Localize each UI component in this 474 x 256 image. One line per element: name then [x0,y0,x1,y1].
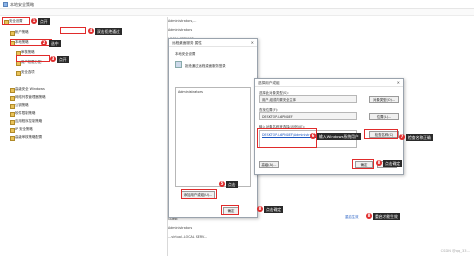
tree-node-firewall[interactable]: 高级安全 Windows [10,87,45,93]
location-field: DESKTOP-L6PN0EF [259,112,357,120]
policy-value: Administrators,... [168,19,197,23]
step-badge: 8 [376,160,382,166]
tree-node-account[interactable]: 帐户策略 [10,30,29,36]
highlight-check [364,129,398,139]
close-icon[interactable]: ✕ [397,80,400,85]
tree-node-options[interactable]: 安全选项 [16,70,35,76]
tree-node-applocker[interactable]: 应用程序控制策略 [10,119,42,125]
tree-panel[interactable]: 安全设置 帐户策略 本地策略 审核策略 用户权限分配 安全选项 高级安全 Win… [0,17,168,256]
members-list[interactable]: Administrators [175,87,251,187]
menu-bar[interactable] [0,9,474,16]
policy-name: 拒绝通过远程桌面服务登录 [185,64,226,68]
callout-double-click: 双击拒绝通过 [95,28,122,35]
callout-open2: 点开 [57,56,69,63]
step-badge: 7 [399,134,405,140]
callout-click: 点击 [226,181,238,188]
highlight-security [2,17,30,25]
highlight-ok [221,205,239,215]
window-title: 本地安全策略 [10,2,34,7]
restart-link[interactable]: 重启生效 [345,214,359,219]
tree-node-software[interactable]: 软件限制策略 [10,111,35,117]
app-icon [3,2,8,7]
watermark: CSDN @qq_33... [440,249,470,253]
step-badge: 1 [31,18,37,24]
step-badge: 8 [257,206,263,212]
tree-node-netlist[interactable]: 网络列表管理器策略 [10,95,46,101]
highlight-rights [16,55,50,62]
callout-check: 检查名称正确 [406,134,433,141]
advanced-button[interactable]: 高级(A)... [259,161,279,168]
dialog-title: 选择用户或组 [255,79,403,87]
step-badge: 5 [219,181,225,187]
tree-node-pubkey[interactable]: 公钥策略 [10,103,29,109]
policy-value: Administrators [168,226,193,230]
object-type-button[interactable]: 对象类型(O)... [369,96,399,103]
policy-value: …virtual..LOCAL SERV... [168,235,207,239]
dialog-title: 远程桌面服务 属性 [169,39,257,47]
step-badge: 2 [41,40,47,46]
tab-local-setting[interactable]: 本地安全设置 [175,51,195,56]
tree-node-advaudit[interactable]: 高级审核策略配置 [10,135,42,141]
step-badge: 4 [88,28,94,34]
callout-select: 选中 [49,40,61,47]
highlight-select-ok [352,159,374,169]
location-button[interactable]: 位置(L)... [369,113,399,120]
highlight-policy-row [60,27,86,34]
tree-node-ipsec[interactable]: IP 安全策略 [10,127,33,133]
window-titlebar: 本地安全策略 [0,0,474,9]
list-item[interactable]: Administrators [178,90,203,94]
callout-ok2: 点击确定 [264,206,284,213]
callout-restart: 重启才能生效 [373,213,400,220]
step-badge: 8 [366,213,372,219]
callout-open: 点开 [38,18,50,25]
policy-value: Administrators [168,28,193,32]
callout-input: 输入Windows系统用户 [317,133,361,140]
highlight-names [257,128,317,148]
step-badge: 3 [50,56,56,62]
close-icon[interactable]: ✕ [251,40,254,45]
step-badge: 6 [310,133,316,139]
callout-ok: 点击确定 [383,160,403,167]
highlight-add-button [181,189,217,199]
policy-icon [175,61,182,68]
object-type-field: 用户,组或内置安全主体 [259,95,357,103]
